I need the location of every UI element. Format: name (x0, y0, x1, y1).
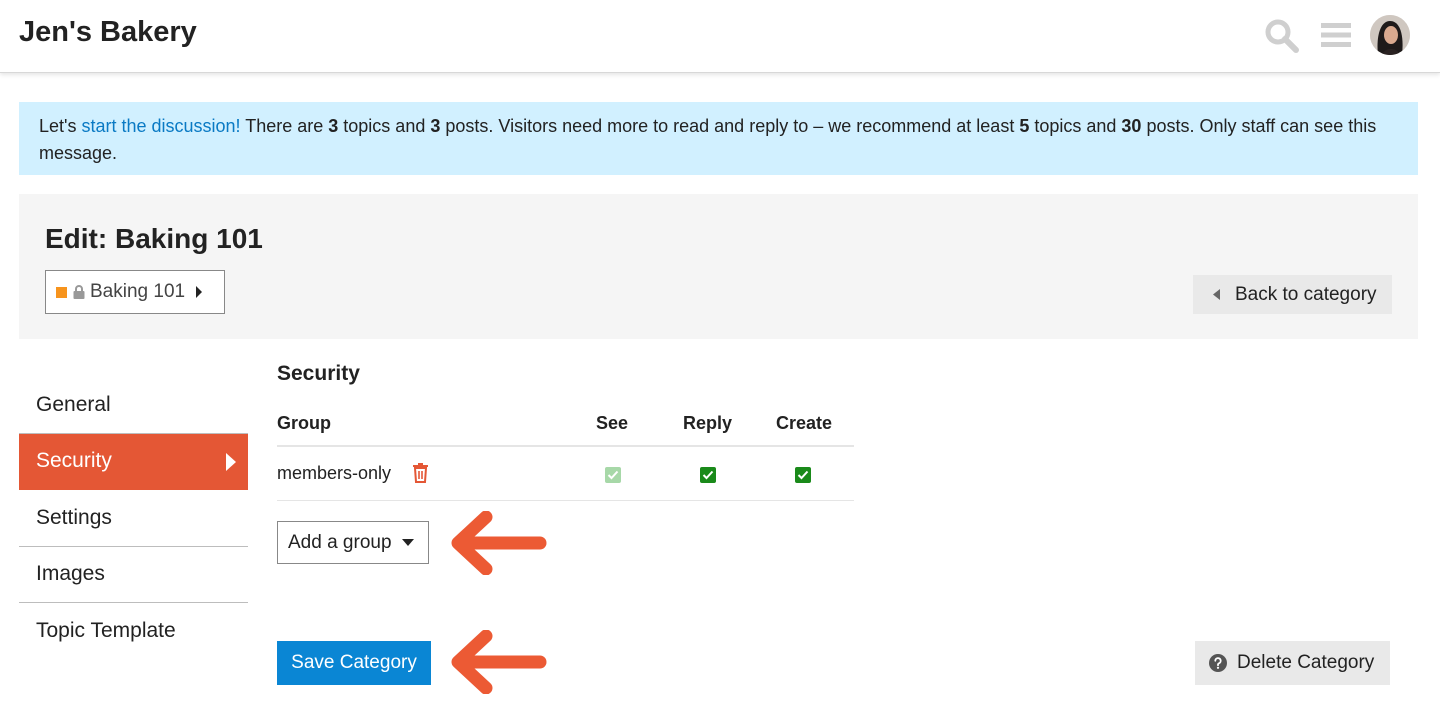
nav-item-security[interactable]: Security (19, 433, 248, 490)
create-checkbox[interactable] (795, 467, 811, 483)
nav-item-label: Security (36, 449, 112, 473)
question-circle-icon (1209, 654, 1227, 672)
annotation-arrow-icon (451, 630, 547, 694)
permissions-table: Group See Reply Create members-only (277, 405, 854, 501)
caret-right-icon (196, 286, 203, 298)
page-title: Edit: Baking 101 (45, 223, 263, 254)
caret-right-icon (226, 452, 236, 471)
nav-item-general[interactable]: General (19, 377, 248, 434)
start-discussion-link[interactable]: start the discussion! (81, 116, 240, 136)
annotation-arrow-icon (451, 511, 547, 575)
delete-category-button[interactable]: Delete Category (1195, 641, 1390, 685)
nav-item-settings[interactable]: Settings (19, 490, 248, 547)
check-icon (607, 470, 619, 480)
category-settings-nav: General Security Settings Images Topic T… (19, 377, 248, 660)
category-badge-label: Baking 101 (90, 281, 186, 302)
back-button-label: Back to category (1235, 283, 1377, 305)
nav-item-label: General (36, 392, 111, 416)
section-heading: Security (277, 362, 360, 385)
notice-text: There are (240, 116, 329, 136)
group-name: members-only (277, 463, 392, 483)
back-to-category-button[interactable]: Back to category (1193, 275, 1392, 314)
nav-item-label: Settings (36, 505, 112, 529)
table-row: members-only (277, 447, 854, 501)
caret-left-icon (1213, 289, 1220, 300)
nav-item-label: Topic Template (36, 619, 176, 643)
lock-icon (73, 285, 85, 299)
search-icon[interactable] (1263, 17, 1299, 53)
notice-text: posts. Visitors need more to read and re… (440, 116, 1020, 136)
column-header-group: Group (277, 413, 331, 433)
recommended-topics: 5 (1019, 116, 1030, 136)
hamburger-menu-icon[interactable] (1318, 17, 1354, 53)
check-icon (797, 470, 809, 480)
site-header: Jen's Bakery (0, 0, 1440, 73)
notice-prefix: Let's (39, 116, 82, 136)
column-header-reply: Reply (683, 413, 733, 433)
notice-text: topics and (1029, 116, 1122, 136)
reply-checkbox[interactable] (700, 467, 716, 483)
edit-category-header: Edit: Baking 101 Baking 101 Back to cate… (19, 194, 1418, 339)
category-color-square (56, 286, 67, 298)
add-group-dropdown[interactable]: Add a group (277, 521, 429, 564)
staff-notice-banner: Let's start the discussion! There are 3 … (19, 102, 1418, 175)
add-group-label: Add a group (288, 531, 392, 553)
posts-count: 3 (430, 116, 441, 136)
delete-button-label: Delete Category (1237, 652, 1375, 673)
topics-count: 3 (328, 116, 339, 136)
see-checkbox (605, 467, 621, 483)
save-category-button[interactable]: Save Category (277, 641, 431, 685)
trash-icon[interactable] (412, 463, 429, 483)
notice-text: topics and (338, 116, 431, 136)
site-title[interactable]: Jen's Bakery (19, 16, 197, 49)
nav-item-label: Images (36, 562, 105, 586)
permissions-header-row: Group See Reply Create (277, 405, 854, 447)
column-header-create: Create (776, 413, 833, 433)
user-avatar[interactable] (1370, 15, 1410, 55)
check-icon (702, 470, 714, 480)
recommended-posts: 30 (1121, 116, 1142, 136)
column-header-see: See (596, 413, 629, 433)
category-badge-dropdown[interactable]: Baking 101 (45, 270, 225, 314)
chevron-down-icon (401, 539, 414, 546)
nav-item-images[interactable]: Images (19, 547, 248, 603)
nav-item-topic-template[interactable]: Topic Template (19, 603, 248, 660)
